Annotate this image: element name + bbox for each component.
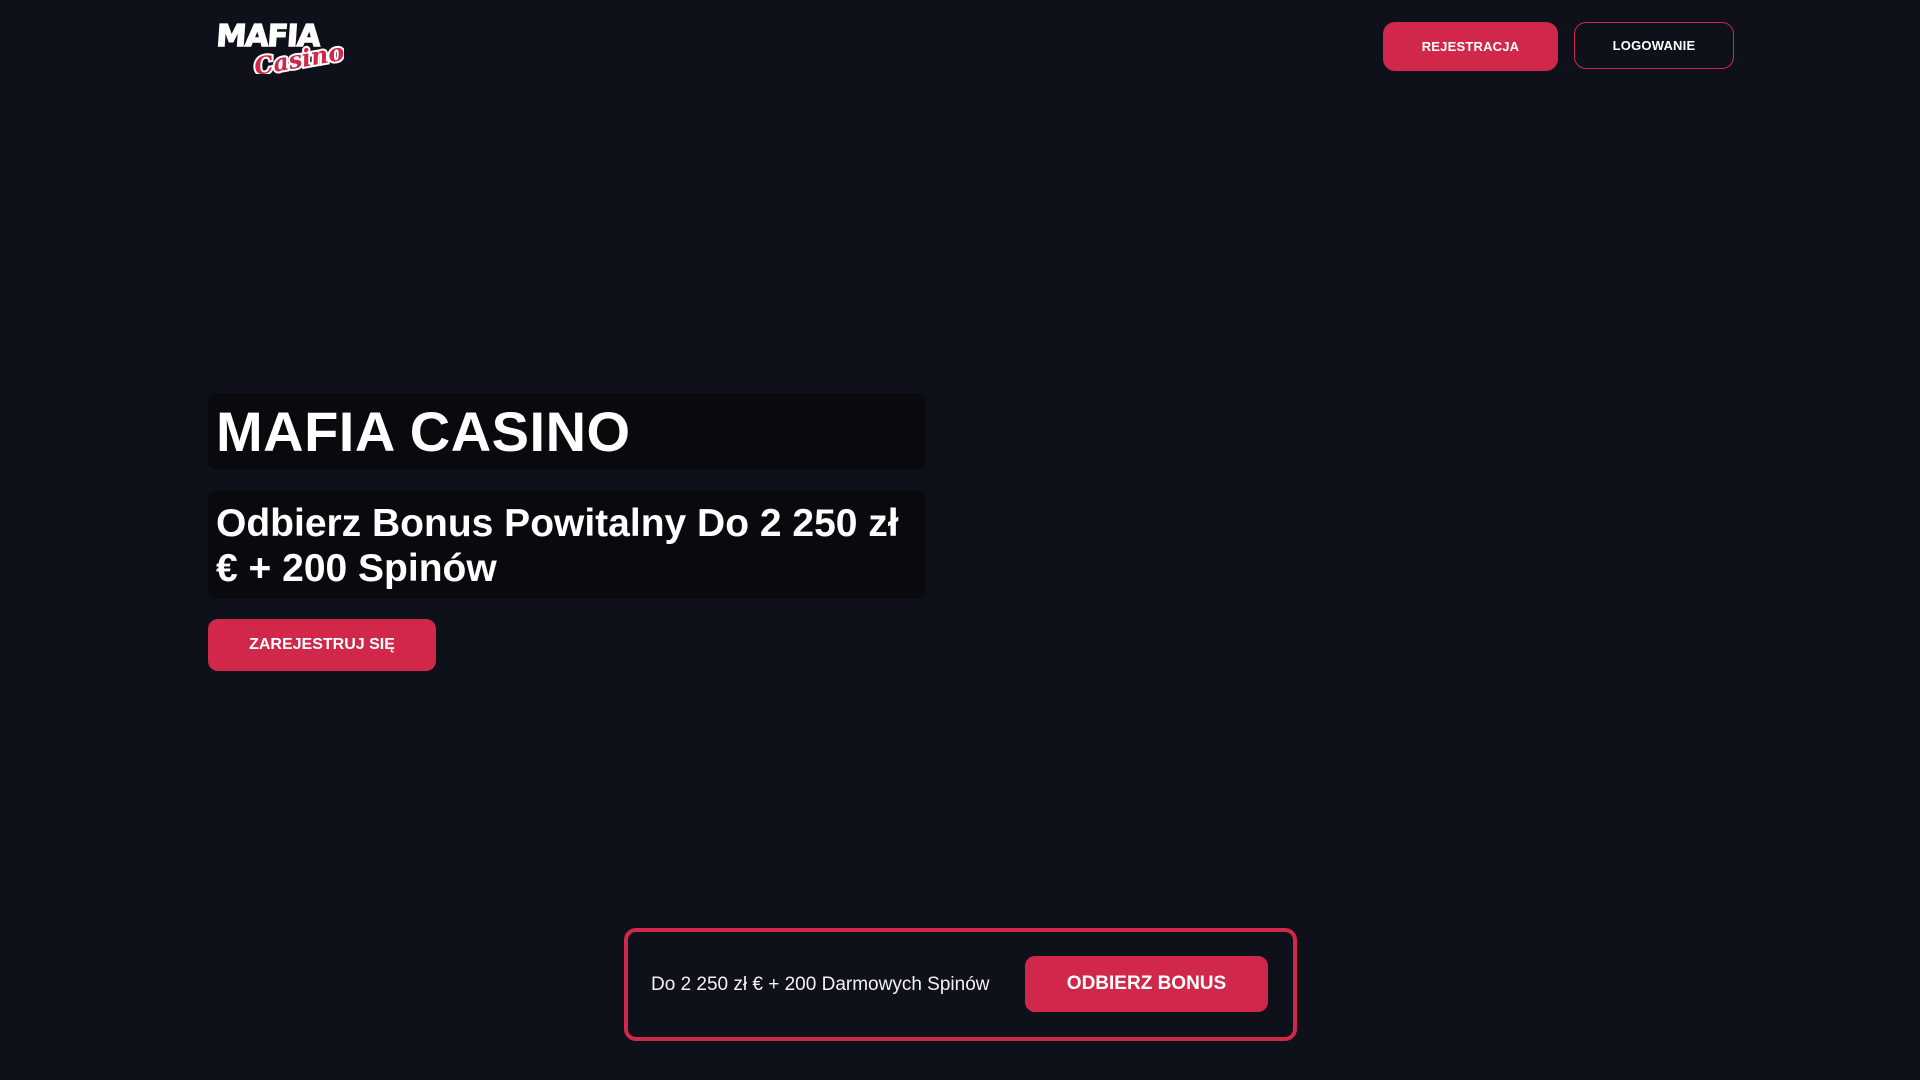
bonus-text: Do 2 250 zł € + 200 Darmowych Spinów bbox=[651, 973, 990, 995]
hero-title-panel: MAFIA CASINO bbox=[208, 393, 926, 470]
login-button[interactable]: LOGOWANIE bbox=[1574, 22, 1734, 69]
register-button[interactable]: REJESTRACJA bbox=[1383, 22, 1558, 71]
site-header: MAFIA Casino Casino REJESTRACJA LOGOWANI… bbox=[0, 0, 1920, 92]
claim-bonus-button[interactable]: ODBIERZ BONUS bbox=[1025, 956, 1268, 1012]
hero-register-button[interactable]: ZAREJESTRUJ SIĘ bbox=[208, 619, 436, 671]
logo-graphic: MAFIA Casino Casino bbox=[215, 18, 349, 83]
hero-title: MAFIA CASINO bbox=[216, 399, 631, 463]
hero-subtitle: Odbierz Bonus Powitalny Do 2 250 zł € + … bbox=[216, 502, 899, 590]
mafia-casino-logo[interactable]: MAFIA Casino Casino bbox=[215, 16, 349, 83]
hero-subtitle-panel: Odbierz Bonus Powitalny Do 2 250 zł € + … bbox=[208, 491, 926, 599]
bonus-bar: Do 2 250 zł € + 200 Darmowych Spinów ODB… bbox=[624, 928, 1297, 1041]
page: MAFIA Casino Casino REJESTRACJA LOGOWANI… bbox=[0, 0, 1920, 1080]
